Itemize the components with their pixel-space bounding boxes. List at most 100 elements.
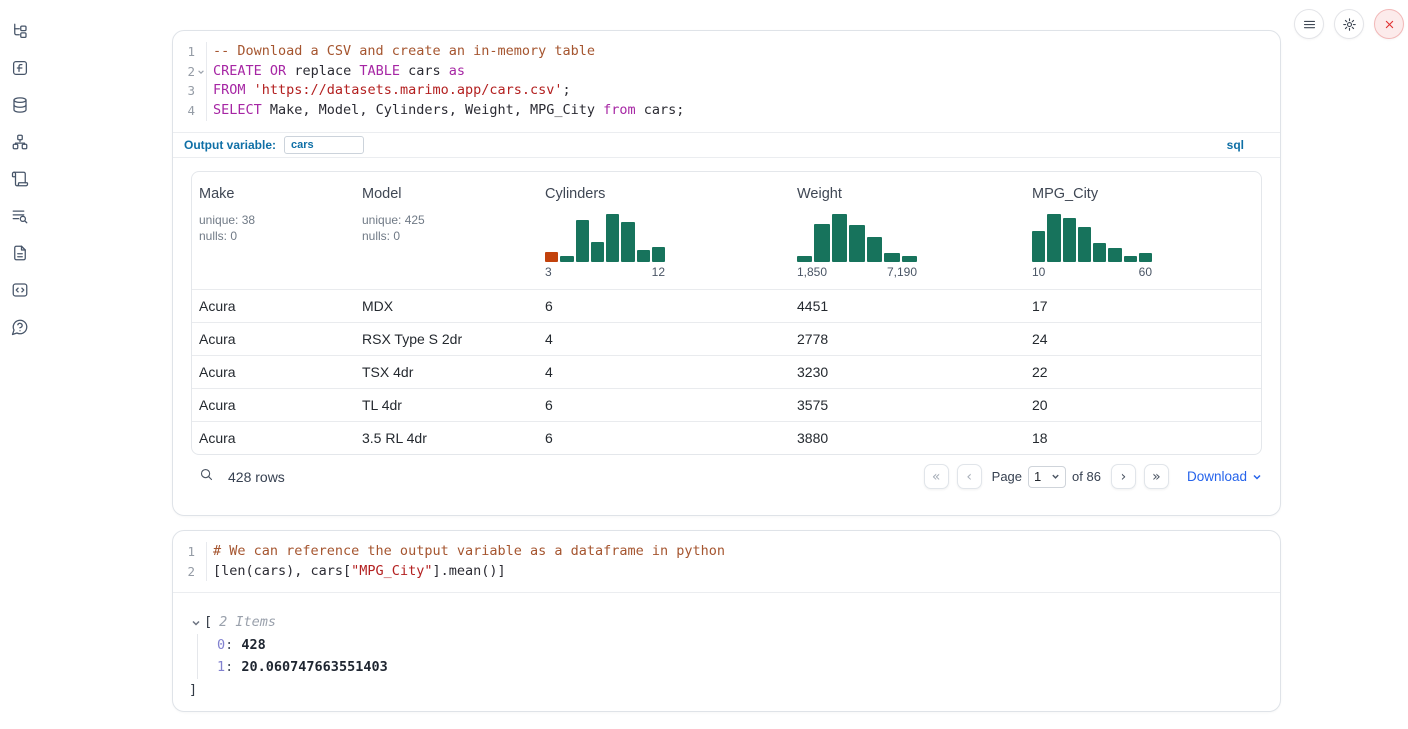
function-icon[interactable] <box>11 59 29 77</box>
table-row[interactable]: AcuraTSX 4dr4323022 <box>192 355 1261 388</box>
histogram-bar[interactable] <box>591 242 604 262</box>
collapse-chevron-icon[interactable] <box>191 618 201 628</box>
output-entry: 1: 20.060747663551403 <box>217 656 1280 679</box>
table-cell: 6 <box>538 298 790 314</box>
python-cell: 1# We can reference the output variable … <box>172 530 1281 712</box>
chevron-down-icon <box>1051 472 1060 481</box>
table-cell: 17 <box>1025 298 1262 314</box>
table-cell: Acura <box>192 397 355 413</box>
table-header: Makeunique: 38nulls: 0Modelunique: 425nu… <box>192 172 1261 289</box>
histogram-bar[interactable] <box>814 224 829 261</box>
database-icon[interactable] <box>11 96 29 114</box>
column-header-model[interactable]: Modelunique: 425nulls: 0 <box>355 186 538 279</box>
items-count-label: 2 Items <box>219 611 276 634</box>
page-total-label: of 86 <box>1072 469 1101 484</box>
table-row[interactable]: AcuraRSX Type S 2dr4277824 <box>192 322 1261 355</box>
histogram-bar[interactable] <box>576 220 589 262</box>
snippets-icon[interactable] <box>11 281 29 299</box>
column-histogram: 312 <box>545 214 665 279</box>
table-cell: MDX <box>355 298 538 314</box>
close-bracket: ] <box>189 679 1280 702</box>
table-cell: Acura <box>192 331 355 347</box>
table-row[interactable]: AcuraMDX6445117 <box>192 289 1261 322</box>
output-variable-strip: Output variable: cars sql <box>173 132 1280 158</box>
column-name: Cylinders <box>545 186 790 202</box>
table-cell: Acura <box>192 430 355 446</box>
line-number: 2 <box>173 562 207 582</box>
page-label: Page <box>992 469 1022 484</box>
table-cell: 18 <box>1025 430 1262 446</box>
table-body: AcuraMDX6445117AcuraRSX Type S 2dr427782… <box>192 289 1261 454</box>
histogram-bar[interactable] <box>1063 218 1076 262</box>
first-page-button[interactable]: « <box>924 464 949 489</box>
scratchpad-icon[interactable] <box>11 170 29 188</box>
histogram-bar[interactable] <box>884 253 899 262</box>
code-line: 1-- Download a CSV and create an in-memo… <box>173 42 1280 62</box>
histogram-bar[interactable] <box>1032 231 1045 262</box>
histogram-bar[interactable] <box>1047 214 1060 262</box>
histogram-bar[interactable] <box>652 247 665 261</box>
row-count: 428 rows <box>228 469 285 485</box>
line-number: 2 <box>173 62 207 82</box>
topbar-actions <box>1294 9 1404 39</box>
file-tree-icon[interactable] <box>11 22 29 40</box>
column-header-mpg_city[interactable]: MPG_City1060 <box>1025 186 1262 279</box>
histogram-bar[interactable] <box>560 256 573 262</box>
prev-page-button[interactable]: ‹ <box>957 464 982 489</box>
download-button[interactable]: Download <box>1187 469 1262 484</box>
table-cell: 4 <box>538 364 790 380</box>
histogram-bar[interactable] <box>1093 243 1106 262</box>
output-variable-input[interactable]: cars <box>284 136 364 154</box>
histogram-bar[interactable] <box>1078 227 1091 262</box>
sidebar <box>0 0 44 729</box>
column-header-cylinders[interactable]: Cylinders 312 <box>538 186 790 279</box>
close-button[interactable] <box>1374 9 1404 39</box>
table-row[interactable]: Acura3.5 RL 4dr6388018 <box>192 421 1261 454</box>
table-cell: Acura <box>192 364 355 380</box>
table-cell: 24 <box>1025 331 1262 347</box>
column-stats: unique: 38nulls: 0 <box>199 212 355 244</box>
table-cell: RSX Type S 2dr <box>355 331 538 347</box>
line-number: 4 <box>173 101 207 121</box>
histogram-bar[interactable] <box>849 225 864 261</box>
python-code-editor[interactable]: 1# We can reference the output variable … <box>173 531 1280 592</box>
documentation-icon[interactable] <box>11 244 29 262</box>
open-bracket: [ <box>204 611 212 634</box>
histogram-bar[interactable] <box>832 214 847 262</box>
table-row[interactable]: AcuraTL 4dr6357520 <box>192 388 1261 421</box>
table-footer: 428 rows « ‹ Page 1 of 86 › » Download <box>191 455 1262 499</box>
output-entries: 0: 4281: 20.060747663551403 <box>197 634 1280 679</box>
histogram-bar[interactable] <box>867 237 882 262</box>
settings-button[interactable] <box>1334 9 1364 39</box>
fold-chevron-icon[interactable] <box>195 66 206 78</box>
line-number: 1 <box>173 542 207 562</box>
histogram-bar[interactable] <box>621 222 634 261</box>
output-variable-label: Output variable: <box>184 138 276 152</box>
histogram-bar[interactable] <box>637 250 650 262</box>
histogram-bar[interactable] <box>1108 248 1121 261</box>
last-page-button[interactable]: » <box>1144 464 1169 489</box>
table-cell: 6 <box>538 397 790 413</box>
line-number: 3 <box>173 81 207 101</box>
dependency-graph-icon[interactable] <box>11 133 29 151</box>
histogram-bar[interactable] <box>1139 253 1152 262</box>
histogram-bar[interactable] <box>606 214 619 262</box>
menu-button[interactable] <box>1294 9 1324 39</box>
histogram-bar[interactable] <box>545 252 558 262</box>
column-header-make[interactable]: Makeunique: 38nulls: 0 <box>192 186 355 279</box>
table-cell: 3880 <box>790 430 1025 446</box>
next-page-button[interactable]: › <box>1111 464 1136 489</box>
histogram-bar[interactable] <box>1124 256 1137 262</box>
table-cell: 3230 <box>790 364 1025 380</box>
python-output: [ 2 Items 0: 4281: 20.060747663551403 ] <box>173 592 1280 701</box>
page-select[interactable]: 1 <box>1028 466 1066 488</box>
histogram-bar[interactable] <box>902 256 917 262</box>
help-icon[interactable] <box>11 318 29 336</box>
column-header-weight[interactable]: Weight1,8507,190 <box>790 186 1025 279</box>
logs-icon[interactable] <box>11 207 29 225</box>
code-line: 2[len(cars), cars["MPG_City"].mean()] <box>173 562 1280 582</box>
sql-cell: 1-- Download a CSV and create an in-memo… <box>172 30 1281 516</box>
search-icon[interactable] <box>199 467 214 487</box>
sql-code-editor[interactable]: 1-- Download a CSV and create an in-memo… <box>173 31 1280 132</box>
histogram-bar[interactable] <box>797 256 812 262</box>
